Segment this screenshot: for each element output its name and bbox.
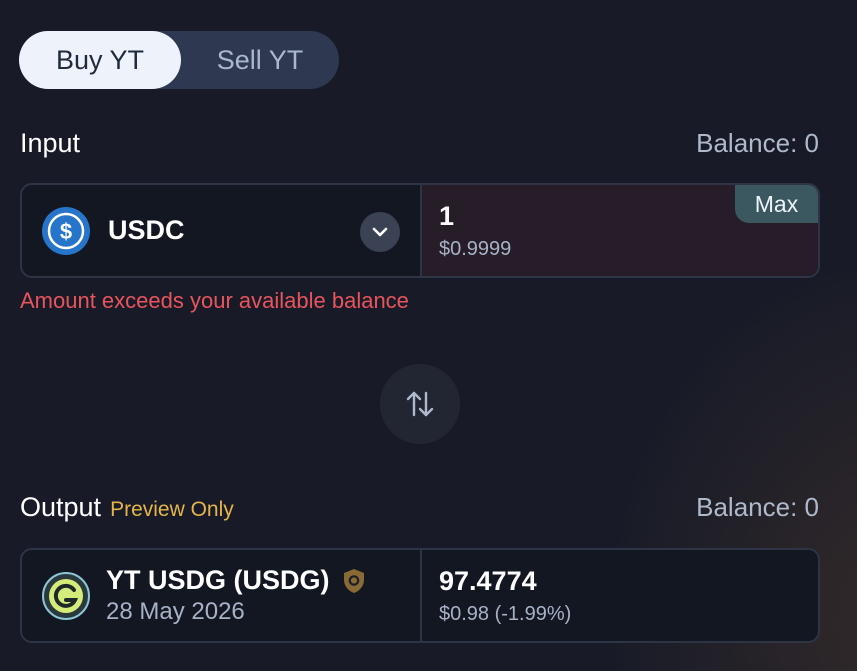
- output-usd-value: $0.98 (-1.99%): [439, 602, 572, 625]
- input-amount-area[interactable]: 1 $0.9999 Max: [422, 185, 818, 276]
- input-label: Input: [20, 128, 81, 158]
- output-token-name: YT USDG (USDG): [106, 565, 330, 595]
- chevron-down-icon: [372, 227, 388, 237]
- usdg-icon: [42, 571, 90, 620]
- output-label: Output: [20, 492, 102, 522]
- max-button[interactable]: Max: [735, 185, 818, 223]
- swap-arrows-icon: [406, 391, 434, 417]
- input-card: $ USDC 1 $0.9999 Max: [20, 183, 820, 278]
- shield-icon: [343, 568, 364, 593]
- buy-sell-toggle: Buy YT Sell YT: [19, 31, 339, 89]
- output-token-info: YT USDG (USDG) 28 May 2026: [106, 565, 366, 626]
- input-balance: Balance: 0: [696, 128, 819, 158]
- swap-direction-button[interactable]: [380, 364, 460, 444]
- output-amount-area: 97.4774 $0.98 (-1.99%): [422, 550, 818, 641]
- preview-only-tag: Preview Only: [110, 498, 234, 521]
- error-message: Amount exceeds your available balance: [20, 288, 409, 313]
- output-label-row: Output Preview Only Balance: 0: [20, 492, 819, 523]
- output-token: YT USDG (USDG) 28 May 2026: [22, 550, 422, 641]
- input-usd-value: $0.9999: [439, 237, 512, 260]
- output-maturity-date: 28 May 2026: [106, 598, 245, 625]
- usdc-icon: $: [42, 206, 90, 255]
- input-token-name: USDC: [108, 215, 185, 245]
- input-token-selector[interactable]: $ USDC: [22, 185, 422, 276]
- input-label-row: Input Balance: 0: [20, 128, 819, 159]
- sell-yt-tab[interactable]: Sell YT: [181, 31, 339, 89]
- buy-yt-tab[interactable]: Buy YT: [19, 31, 181, 89]
- output-amount: 97.4774: [439, 565, 537, 596]
- output-balance: Balance: 0: [696, 492, 819, 522]
- output-card: YT USDG (USDG) 28 May 2026 97.4774 $0.98…: [20, 548, 820, 643]
- output-title-row: YT USDG (USDG): [106, 565, 366, 596]
- svg-text:$: $: [60, 219, 72, 244]
- output-label-group: Output Preview Only: [20, 492, 234, 523]
- token-dropdown-button[interactable]: [360, 212, 400, 252]
